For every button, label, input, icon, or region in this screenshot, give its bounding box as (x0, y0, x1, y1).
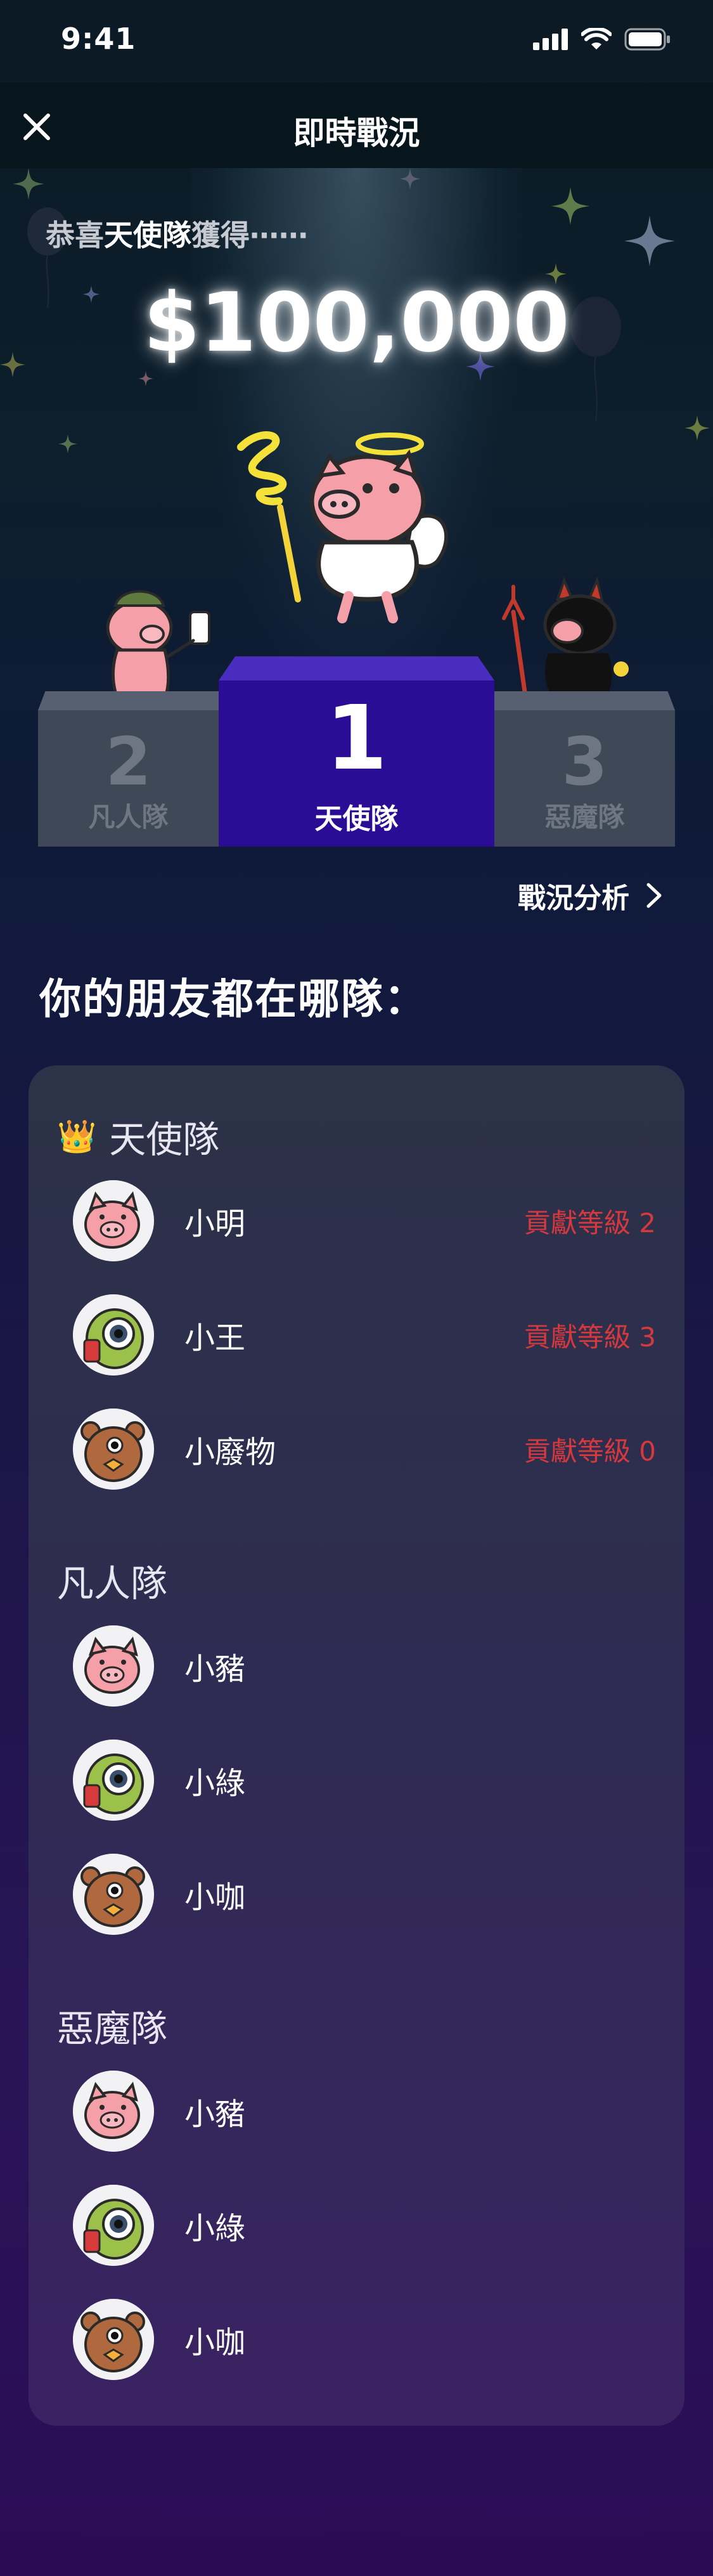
team-header-angel: 👑 天使隊 (57, 1110, 219, 1163)
sparkle-icon (138, 371, 153, 386)
congrats-team: 天使隊 (104, 218, 191, 252)
friend-row[interactable]: 小綠 (73, 1739, 656, 1821)
cellular-signal-icon (533, 29, 568, 50)
team-name: 惡魔隊 (57, 2007, 168, 2050)
friend-name: 小咖 (184, 1880, 246, 1915)
friend-row[interactable]: 小綠 (73, 2184, 656, 2267)
pig-avatar (73, 1180, 154, 1261)
bear-avatar (73, 2299, 154, 2380)
green-monster-avatar (73, 2185, 154, 2266)
podium-rank-1: 1 (325, 687, 388, 790)
friend-name: 小廢物 (184, 1434, 276, 1470)
friends-section-title: 你的朋友都在哪隊： (39, 975, 427, 1024)
friend-row[interactable]: 小咖 (73, 2298, 656, 2381)
sparkle-icon (551, 187, 589, 225)
sparkle-icon (399, 168, 421, 190)
sparkle-icon (624, 216, 675, 266)
team-header-devil: 惡魔隊 (57, 1999, 167, 2052)
podium-team-3: 惡魔隊 (544, 802, 625, 833)
sparkle-icon (684, 415, 710, 441)
angel-pig-illustration (237, 431, 449, 623)
friend-name: 小綠 (184, 2211, 246, 2246)
friend-row[interactable]: 小明 貢獻等級 2 (73, 1180, 656, 1262)
friend-name: 小明 (184, 1206, 246, 1242)
contribution-level: 貢獻等級 2 (524, 1207, 656, 1239)
podium-top-2 (38, 691, 219, 710)
nav-bar: 即時戰況 (0, 82, 713, 168)
podium-rank-2: 2 (105, 723, 151, 800)
green-monster-avatar (73, 1294, 154, 1376)
podium-top-3 (494, 691, 675, 710)
wifi-icon (581, 28, 612, 49)
congrats-text: 恭喜天使隊獲得⋯⋯ (46, 212, 308, 254)
congrats-suffix: 獲得⋯⋯ (191, 218, 308, 252)
sparkle-icon (13, 168, 44, 200)
hero-section: 恭喜天使隊獲得⋯⋯ $100,000 2 凡人隊 3 惡魔隊 1 天使隊 (0, 168, 713, 847)
pig-avatar (73, 2071, 154, 2152)
chevron-right-icon (646, 883, 662, 908)
podium-rank-3: 3 (562, 723, 608, 800)
battery-icon (624, 28, 670, 51)
podium-top-1 (219, 656, 494, 680)
podium-team-2: 凡人隊 (88, 802, 169, 833)
page-title: 即時戰況 (293, 115, 420, 152)
status-icons (533, 28, 671, 51)
friend-row[interactable]: 小豬 (73, 2070, 656, 2152)
congrats-prefix: 恭喜 (46, 218, 104, 252)
bear-avatar (73, 1408, 154, 1490)
team-name: 天使隊 (109, 1118, 220, 1161)
sparkle-icon (58, 434, 77, 453)
friend-name: 小豬 (184, 2097, 246, 2132)
contribution-level: 貢獻等級 3 (524, 1321, 656, 1353)
friend-name: 小咖 (184, 2325, 246, 2360)
friend-name: 小豬 (184, 1651, 246, 1687)
podium-team-1: 天使隊 (314, 803, 399, 835)
friend-row[interactable]: 小咖 (73, 1853, 656, 1935)
friend-row[interactable]: 小王 貢獻等級 3 (73, 1294, 656, 1376)
contribution-level: 貢獻等級 0 (524, 1435, 656, 1467)
status-bar: 9:41 (0, 0, 713, 82)
friend-row[interactable]: 小豬 (73, 1625, 656, 1707)
analysis-label: 戰況分析 (518, 882, 629, 914)
prize-amount: $100,000 (143, 276, 570, 370)
analysis-link[interactable]: 戰況分析 (518, 875, 662, 916)
friend-name: 小王 (184, 1320, 246, 1356)
friend-name: 小綠 (184, 1766, 246, 1801)
status-time: 9:41 (61, 22, 136, 56)
friends-card: 👑 天使隊 小明 貢獻等級 2 小王 貢獻等級 3 小廢物 貢獻等級 0 凡人隊… (29, 1065, 684, 2426)
crown-icon: 👑 (57, 1117, 97, 1155)
pig-avatar (73, 1625, 154, 1707)
friend-row[interactable]: 小廢物 貢獻等級 0 (73, 1408, 656, 1490)
bear-avatar (73, 1854, 154, 1935)
team-name: 凡人隊 (57, 1562, 168, 1605)
team-header-human: 凡人隊 (57, 1554, 167, 1607)
green-monster-avatar (73, 1740, 154, 1821)
